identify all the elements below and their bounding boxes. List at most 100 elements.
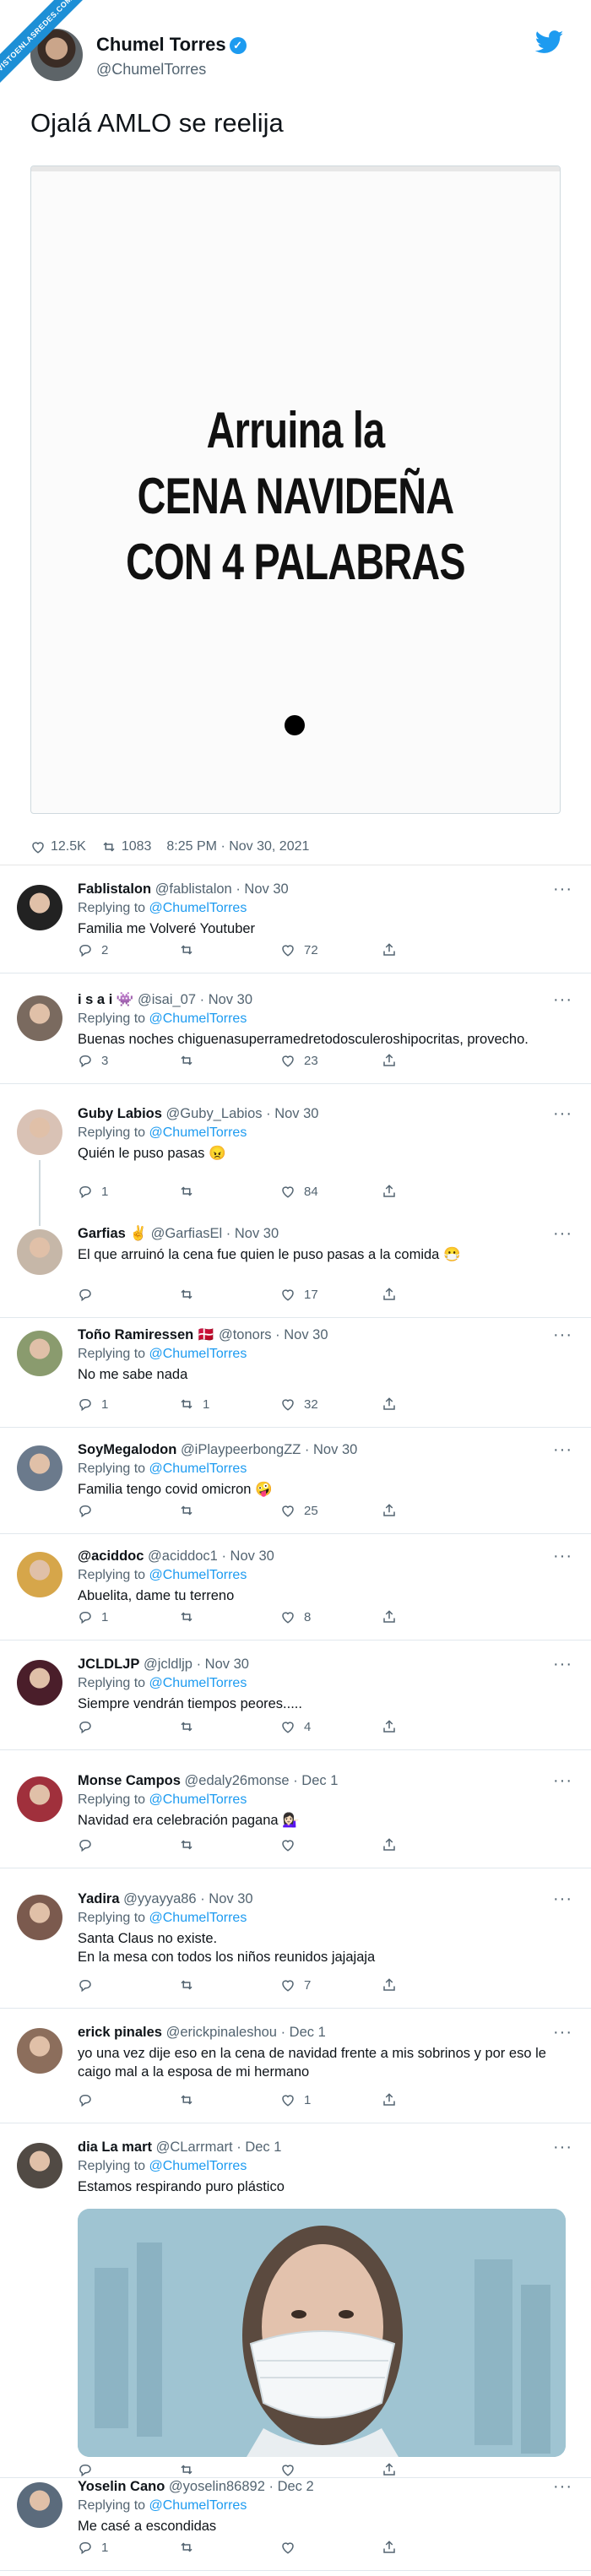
like-button[interactable]: 7 [280, 1977, 382, 1993]
reply-author-handle[interactable]: @tonors [219, 1327, 272, 1342]
share-button[interactable] [382, 942, 483, 957]
reply-author-name[interactable]: dia La mart [78, 2139, 152, 2155]
reply-button[interactable] [78, 1719, 179, 1734]
reply-button[interactable]: 1 [78, 1609, 179, 1624]
mention-link[interactable]: @ChumelTorres [149, 2498, 247, 2513]
share-button[interactable] [382, 1396, 483, 1412]
reply-tweet[interactable]: ··· Guby Labios @Guby_Labios · Nov 30 Repl… [0, 1096, 591, 1226]
avatar[interactable] [17, 1895, 62, 1940]
reply-author-name[interactable]: JCLDLJP [78, 1657, 139, 1672]
retweet-button[interactable] [179, 2092, 280, 2107]
reply-author-name[interactable]: SoyMegalodon [78, 1442, 176, 1457]
reply-tweet[interactable]: ··· Toño Ramiressen 🇩🇰 @tonors · Nov 30 Re… [0, 1317, 591, 1428]
retweet-button[interactable] [179, 1053, 280, 1068]
like-button[interactable] [280, 2540, 382, 2555]
share-button[interactable] [382, 1609, 483, 1624]
reply-date[interactable]: Nov 30 [230, 1548, 274, 1564]
retweet-button[interactable] [179, 1609, 280, 1624]
share-button[interactable] [382, 1837, 483, 1852]
like-button[interactable]: 25 [280, 1503, 382, 1518]
reply-date[interactable]: Nov 30 [209, 992, 252, 1007]
mention-link[interactable]: @ChumelTorres [149, 1011, 247, 1026]
reply-author-handle[interactable]: @edaly26monse [185, 1773, 290, 1788]
reply-author-handle[interactable]: @GarfiasEl [151, 1226, 223, 1241]
like-stat[interactable]: 12.5K [30, 839, 86, 854]
reply-author-handle[interactable]: @yyayya86 [123, 1891, 196, 1906]
share-button[interactable] [382, 2540, 483, 2555]
reply-button[interactable]: 1 [78, 1396, 179, 1412]
like-button[interactable]: 72 [280, 942, 382, 957]
reply-date[interactable]: Nov 30 [284, 1327, 328, 1342]
reply-tweet[interactable]: ··· Yadira @yyayya86 · Nov 30 Replying to … [0, 1881, 591, 2009]
reply-author-handle[interactable]: @aciddoc1 [148, 1548, 218, 1564]
reply-date[interactable]: Nov 30 [235, 1226, 279, 1241]
reply-media-image[interactable] [78, 2209, 566, 2457]
reply-tweet[interactable]: ··· SoyMegalodon @iPlaypeerbongZZ · Nov 3… [0, 1432, 591, 1534]
reply-date[interactable]: Nov 30 [205, 1657, 249, 1672]
reply-author-handle[interactable]: @jcldljp [144, 1657, 192, 1672]
share-button[interactable] [382, 1719, 483, 1734]
reply-date[interactable]: Nov 30 [274, 1106, 318, 1121]
author-handle[interactable]: @ChumelTorres [96, 61, 206, 79]
reply-author-name[interactable]: Garfias ✌ [78, 1226, 147, 1241]
mention-link[interactable]: @ChumelTorres [149, 2159, 247, 2173]
reply-author-handle[interactable]: @isai_07 [138, 992, 196, 1007]
mention-link[interactable]: @ChumelTorres [149, 1125, 247, 1140]
share-button[interactable] [382, 1503, 483, 1518]
reply-tweet[interactable]: ··· JCLDLJP @jcldljp · Nov 30 Replying to … [0, 1646, 591, 1750]
reply-author-name[interactable]: Yoselin Cano [78, 2479, 165, 2494]
retweet-button[interactable] [179, 1837, 280, 1852]
reply-button[interactable]: 2 [78, 942, 179, 957]
tweet-image[interactable]: Arruina la CENA NAVIDEÑA CON 4 PALABRAS [30, 165, 561, 814]
reply-date[interactable]: Nov 30 [209, 1891, 252, 1906]
retweet-button[interactable] [179, 1977, 280, 1993]
reply-author-name[interactable]: Fablistalon [78, 881, 151, 897]
reply-author-handle[interactable]: @yoselin86892 [169, 2479, 265, 2494]
avatar[interactable] [17, 1109, 62, 1155]
avatar[interactable] [17, 1776, 62, 1822]
reply-tweet[interactable]: ··· Yoselin Cano @yoselin86892 · Dec 2 Rep… [0, 2469, 591, 2571]
reply-date[interactable]: Dec 2 [278, 2479, 314, 2494]
retweet-button[interactable] [179, 942, 280, 957]
reply-author-handle[interactable]: @erickpinaleshou [166, 2025, 277, 2040]
reply-author-name[interactable]: @aciddoc [78, 1548, 144, 1564]
reply-date[interactable]: Dec 1 [245, 2139, 281, 2155]
like-button[interactable] [280, 1837, 382, 1852]
avatar[interactable] [17, 1331, 62, 1376]
reply-tweet[interactable]: ··· Garfias ✌ @GarfiasEl · Nov 30 El que a… [0, 1216, 591, 1318]
share-button[interactable] [382, 1053, 483, 1068]
reply-button[interactable] [78, 1503, 179, 1518]
share-button[interactable] [382, 1977, 483, 1993]
twitter-bird-icon[interactable] [535, 30, 564, 54]
reply-author-name[interactable]: Toño Ramiressen 🇩🇰 [78, 1327, 214, 1342]
like-button[interactable]: 4 [280, 1719, 382, 1734]
mention-link[interactable]: @ChumelTorres [149, 1347, 247, 1361]
reply-button[interactable] [78, 1287, 179, 1302]
reply-tweet[interactable]: ··· Monse Campos @edaly26monse · Dec 1 Rep… [0, 1763, 591, 1868]
reply-tweet[interactable]: ··· @aciddoc @aciddoc1 · Nov 30 Replying t… [0, 1538, 591, 1641]
avatar[interactable] [17, 1445, 62, 1491]
like-button[interactable]: 8 [280, 1609, 382, 1624]
like-button[interactable]: 84 [280, 1184, 382, 1199]
reply-author-name[interactable]: Yadira [78, 1891, 120, 1906]
reply-author-handle[interactable]: @iPlaypeerbongZZ [181, 1442, 301, 1457]
reply-button[interactable] [78, 2092, 179, 2107]
reply-author-handle[interactable]: @CLarrmart [156, 2139, 233, 2155]
reply-author-name[interactable]: i s a i 👾 [78, 992, 133, 1007]
reply-tweet[interactable]: ··· i s a i 👾 @isai_07 · Nov 30 Replying t… [0, 982, 591, 1084]
mention-link[interactable]: @ChumelTorres [149, 1792, 247, 1807]
reply-date[interactable]: Dec 1 [290, 2025, 326, 2040]
reply-button[interactable]: 1 [78, 2540, 179, 2555]
retweet-button[interactable] [179, 1184, 280, 1199]
reply-date[interactable]: Nov 30 [244, 881, 288, 897]
tweet-time[interactable]: 8:25 PM · Nov 30, 2021 [166, 839, 309, 854]
reply-tweet[interactable]: ··· Fablistalon @fablistalon · Nov 30 Repl… [0, 871, 591, 973]
avatar[interactable] [17, 2482, 62, 2528]
reply-author-name[interactable]: erick pinales [78, 2025, 162, 2040]
share-button[interactable] [382, 2092, 483, 2107]
avatar[interactable] [17, 2028, 62, 2074]
reply-author-handle[interactable]: @Guby_Labios [166, 1106, 263, 1121]
retweet-button[interactable] [179, 1503, 280, 1518]
like-button[interactable]: 23 [280, 1053, 382, 1068]
mention-link[interactable]: @ChumelTorres [149, 1568, 247, 1582]
